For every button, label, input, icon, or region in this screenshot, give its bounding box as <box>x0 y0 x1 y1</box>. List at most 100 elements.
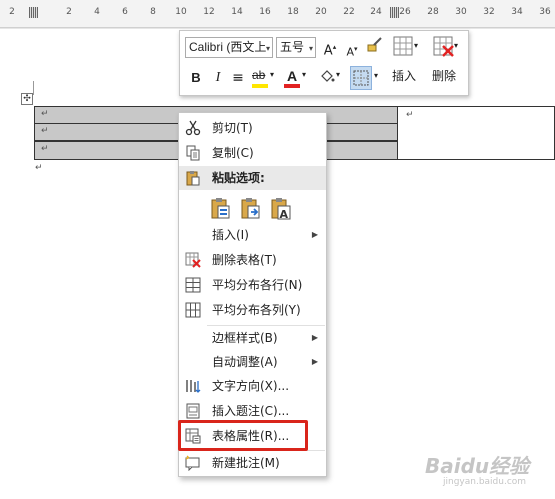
menu-item-label: 删除表格(T) <box>212 253 277 267</box>
menu-item-label: 平均分布各行(N) <box>212 278 303 292</box>
delete-table-icon <box>185 252 201 268</box>
ruler-tick: 8 <box>150 7 156 17</box>
annotation-highlight-box <box>178 420 308 451</box>
bold-button[interactable]: B <box>188 68 204 88</box>
ruler-tick: 4 <box>94 7 100 17</box>
text-direction-icon <box>186 380 201 393</box>
chevron-down-icon: ▾ <box>302 70 307 79</box>
grow-font-button[interactable]: A▴ <box>322 37 338 58</box>
font-color-icon: A <box>287 68 298 84</box>
paragraph-mark: ↵ <box>35 163 43 173</box>
menu-item-text-direction[interactable]: 文字方向(X)... <box>179 374 326 398</box>
ruler-tick: 36 <box>539 7 551 17</box>
menu-item-label: 平均分布各列(Y) <box>212 303 301 317</box>
paste-options-row: A <box>179 192 326 224</box>
ruler-tick: 12 <box>203 7 215 17</box>
paint-bucket-icon <box>321 70 335 82</box>
menu-item-label: 剪切(T) <box>212 121 253 135</box>
ruler-tick: 20 <box>315 7 327 17</box>
menu-item-label: 新建批注(M) <box>212 456 280 470</box>
menu-item-label: 自动调整(A) <box>212 355 278 369</box>
insert-caption-icon <box>186 403 200 419</box>
menu-item-label: 插入(I) <box>212 228 249 242</box>
ruler-tick: 22 <box>343 7 355 17</box>
menu-item-label: 插入题注(C)... <box>212 404 290 418</box>
highlight-color-swatch <box>252 84 268 88</box>
paste-merge-formatting-button[interactable] <box>239 196 263 220</box>
ruler-tick: 24 <box>370 7 382 17</box>
insert-button[interactable]: ▾ 插入 <box>386 35 422 93</box>
font-size-value: 五号 <box>280 40 305 54</box>
ruler-tick: 28 <box>427 7 439 17</box>
scissors-icon <box>185 120 201 136</box>
distribute-columns-icon <box>185 302 201 318</box>
table-cell[interactable]: ↵ <box>398 106 555 160</box>
mini-toolbar: Calibri (西文上 ▾ 五号 ▾ A▴ A▾ B I ≡ ab ▾ A ▾… <box>179 30 469 96</box>
menu-item-distribute-rows[interactable]: 平均分布各行(N) <box>179 273 326 297</box>
shrink-font-button[interactable]: A▾ <box>344 39 360 59</box>
center-align-button[interactable]: ≡ <box>230 68 246 88</box>
ruler-tick: 2 <box>9 7 15 17</box>
menu-item-distribute-cols[interactable]: 平均分布各列(Y) <box>179 298 326 322</box>
menu-item-new-comment[interactable]: 新建批注(M) <box>179 451 326 475</box>
chevron-down-icon: ▾ <box>308 44 313 53</box>
chevron-down-icon: ▾ <box>336 70 341 79</box>
submenu-arrow-icon: ▶ <box>311 230 318 239</box>
submenu-arrow-icon: ▶ <box>311 333 318 342</box>
clipboard-icon <box>186 171 200 186</box>
italic-button[interactable]: I <box>210 68 226 88</box>
chevron-down-icon: ▾ <box>374 71 379 80</box>
highlight-color-button[interactable]: ab ▾ <box>252 68 278 88</box>
chevron-down-icon: ▾ <box>454 41 459 50</box>
paragraph-mark: ↵ <box>41 126 49 136</box>
submenu-arrow-icon: ▶ <box>311 357 318 366</box>
ruler-tick: 2 <box>66 7 72 17</box>
copy-icon <box>186 145 200 161</box>
paragraph-mark: ↵ <box>41 144 49 154</box>
chevron-down-icon: ▾ <box>265 44 270 53</box>
menu-item-label: 文字方向(X)... <box>212 379 290 393</box>
horizontal-ruler[interactable]: 2 2 4 6 8 10 12 14 16 18 20 22 24 26 28 … <box>0 0 555 28</box>
ruler-tick: 14 <box>231 7 243 17</box>
menu-item-cut[interactable]: 剪切(T) <box>179 116 326 140</box>
menu-item-delete-table[interactable]: 删除表格(T) <box>179 248 326 272</box>
delete-button[interactable]: ▾ 删除 <box>426 35 462 93</box>
new-comment-icon <box>185 455 200 471</box>
chevron-down-icon: ▾ <box>414 41 419 50</box>
menu-item-border-styles[interactable]: 边框样式(B) ▶ <box>179 326 326 350</box>
menu-item-insert[interactable]: 插入(I) ▶ <box>179 223 326 247</box>
format-painter-icon <box>367 37 382 52</box>
ruler-tick: 34 <box>511 7 523 17</box>
insert-label: 插入 <box>391 69 416 83</box>
svg-text:A: A <box>280 208 289 220</box>
ruler-column-marker[interactable] <box>390 7 399 18</box>
font-color-swatch <box>284 84 300 88</box>
ruler-margin-marker[interactable] <box>29 7 38 18</box>
font-name-value: Calibri (西文上 <box>189 40 267 54</box>
ruler-tick: 32 <box>483 7 495 17</box>
table-move-handle-icon[interactable]: ✣ <box>21 93 33 105</box>
paste-text-only-button[interactable]: A <box>269 196 293 221</box>
font-color-button[interactable]: A ▾ <box>284 68 310 88</box>
menu-item-autofit[interactable]: 自动调整(A) ▶ <box>179 350 326 374</box>
menu-item-label: 边框样式(B) <box>212 331 278 345</box>
highlight-icon: ab <box>252 68 266 82</box>
watermark-text: Baidu经验 <box>425 454 530 478</box>
format-painter-button[interactable] <box>366 36 384 56</box>
font-size-dropdown[interactable]: 五号 ▾ <box>276 37 316 58</box>
menu-item-label: 复制(C) <box>212 146 254 160</box>
paste-merge-format-icon <box>241 198 260 219</box>
baidu-watermark-logo: Baidu经验 jingyan.baidu.com <box>425 450 550 490</box>
insert-table-icon <box>393 36 413 56</box>
ruler-tick: 10 <box>175 7 187 17</box>
font-name-dropdown[interactable]: Calibri (西文上 ▾ <box>185 37 273 58</box>
delete-table-icon <box>433 36 454 57</box>
ruler-tick: 30 <box>455 7 467 17</box>
delete-label: 删除 <box>431 69 456 83</box>
shading-button[interactable]: ▾ <box>318 68 344 88</box>
borders-button[interactable]: ▾ <box>350 66 382 90</box>
ruler-tick: 26 <box>399 7 411 17</box>
menu-item-copy[interactable]: 复制(C) <box>179 141 326 165</box>
paste-keep-formatting-button[interactable] <box>209 196 233 220</box>
paste-options-label: 粘贴选项: <box>212 171 265 185</box>
